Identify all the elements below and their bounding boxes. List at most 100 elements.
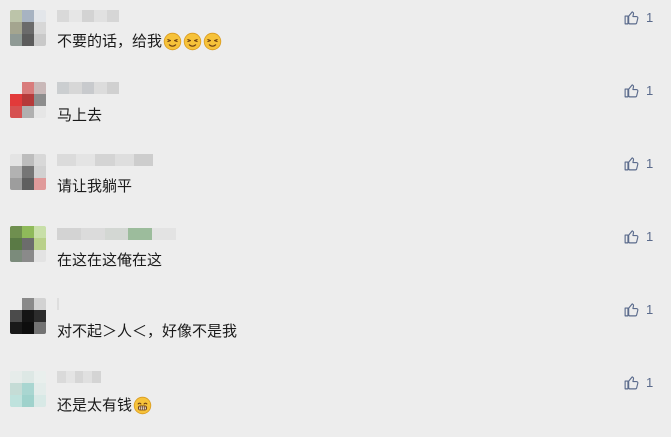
avatar-pixel [10, 10, 22, 22]
nickname-pixel [81, 10, 95, 22]
nickname-pixel [57, 371, 66, 383]
avatar[interactable] [10, 371, 46, 407]
nickname-pixel [128, 228, 153, 240]
comment-body: 对不起＞人＜，好像不是我 [57, 322, 238, 340]
like-button[interactable]: 1 [623, 299, 667, 319]
avatar-pixel [34, 10, 46, 22]
avatar-pixel [10, 322, 22, 334]
avatar-pixel [10, 226, 22, 238]
thumbs-up-icon [624, 10, 639, 24]
avatar[interactable] [10, 226, 46, 262]
nickname-blurred[interactable] [57, 154, 153, 166]
like-count: 1 [646, 228, 654, 244]
nickname-pixel [106, 82, 119, 94]
like-count: 1 [646, 301, 654, 317]
avatar-pixel [34, 166, 46, 178]
like-button[interactable]: 1 [623, 7, 667, 27]
nickname-pixel [63, 298, 65, 310]
avatar-pixel [34, 106, 46, 118]
nickname-pixel [95, 154, 115, 166]
comment-item: 对不起＞人＜，好像不是我 1 [0, 292, 671, 364]
nickname-blurred[interactable] [57, 298, 65, 310]
nickname-pixel [114, 154, 134, 166]
avatar[interactable] [10, 82, 46, 118]
avatar-pixel [34, 178, 46, 190]
thumbs-up-icon [624, 156, 639, 170]
avatar-pixel [34, 371, 46, 383]
avatar-pixel [22, 82, 34, 94]
avatar-pixel [10, 154, 22, 166]
comment-item: 马上去 1 [0, 73, 671, 145]
like-count: 1 [646, 82, 654, 98]
nickname-pixel [80, 228, 105, 240]
avatar-pixel [34, 82, 46, 94]
smirk-face-emoji-icon [163, 32, 182, 51]
avatar[interactable] [10, 298, 46, 334]
avatar-pixel [22, 106, 34, 118]
emoji-group [162, 31, 222, 51]
avatar-pixel [10, 178, 22, 190]
avatar-pixel [22, 250, 34, 262]
nickname-pixel [104, 228, 129, 240]
avatar-pixel [22, 154, 34, 166]
like-button[interactable]: 1 [623, 226, 667, 246]
nickname-pixel [65, 371, 75, 383]
avatar-pixel [10, 250, 22, 262]
avatar-pixel [34, 298, 46, 310]
nickname-blurred[interactable] [57, 10, 119, 22]
like-button[interactable]: 1 [623, 372, 667, 392]
avatar-pixel [22, 310, 34, 322]
comment-body: 在这在这俺在这 [57, 251, 163, 269]
nickname-pixel [69, 10, 82, 22]
comment-body: 马上去 [57, 106, 103, 124]
like-button[interactable]: 1 [623, 153, 667, 173]
nickname-blurred[interactable] [57, 82, 119, 94]
avatar-pixel [34, 250, 46, 262]
nickname-pixel [74, 371, 84, 383]
avatar-pixel [22, 322, 34, 334]
avatar-pixel [10, 166, 22, 178]
avatar-pixel [22, 371, 34, 383]
comment-text: 马上去 [57, 105, 102, 125]
like-button[interactable]: 1 [623, 80, 667, 100]
avatar-pixel [10, 106, 22, 118]
nickname-pixel [92, 371, 101, 383]
avatar-pixel [34, 310, 46, 322]
avatar-pixel [34, 154, 46, 166]
avatar-pixel [22, 178, 34, 190]
grin-face-emoji-icon [133, 396, 152, 415]
avatar-pixel [22, 94, 34, 106]
avatar-pixel [10, 34, 22, 46]
nickname-pixel [76, 154, 96, 166]
comment-body: 不要的话，给我 [57, 32, 163, 50]
smirk-face-emoji-icon [183, 32, 202, 51]
avatar[interactable] [10, 10, 46, 46]
avatar-pixel [10, 395, 22, 407]
avatar-pixel [10, 94, 22, 106]
nickname-pixel [94, 82, 107, 94]
smirk-face-emoji-icon [203, 32, 222, 51]
avatar-pixel [22, 34, 34, 46]
avatar-pixel [22, 10, 34, 22]
nickname-pixel [57, 154, 77, 166]
avatar-pixel [34, 94, 46, 106]
nickname-pixel [81, 82, 95, 94]
comment-text: 请让我躺平 [57, 176, 132, 196]
avatar-pixel [10, 383, 22, 395]
emoji-group [132, 395, 152, 415]
avatar-pixel [10, 238, 22, 250]
thumbs-up-icon [624, 302, 639, 316]
avatar-pixel [34, 22, 46, 34]
nickname-blurred[interactable] [57, 371, 101, 383]
comment-item: 在这在这俺在这 1 [0, 219, 671, 291]
avatar[interactable] [10, 154, 46, 190]
comment-text: 不要的话，给我 [57, 31, 222, 51]
nickname-pixel [57, 82, 70, 94]
nickname-blurred[interactable] [57, 228, 176, 240]
nickname-pixel [133, 154, 153, 166]
avatar-pixel [10, 310, 22, 322]
avatar-pixel [22, 226, 34, 238]
avatar-pixel [22, 395, 34, 407]
comment-text: 在这在这俺在这 [57, 250, 162, 270]
avatar-pixel [10, 298, 22, 310]
